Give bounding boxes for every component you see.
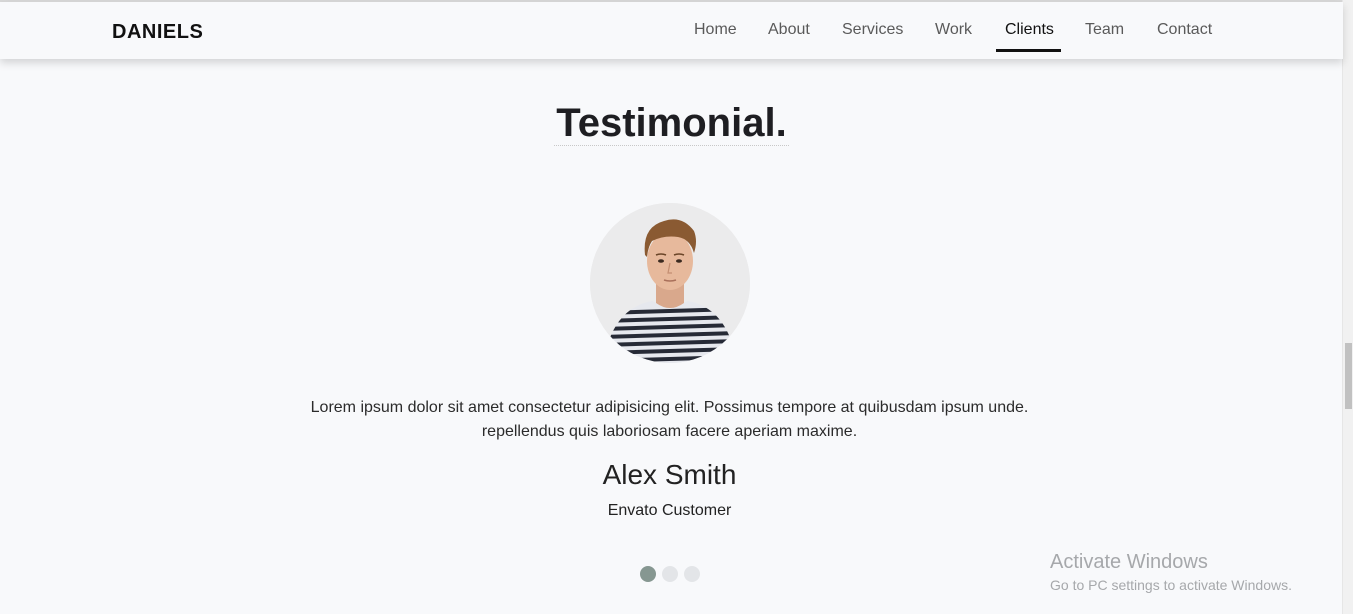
brand-logo[interactable]: DANIELS — [112, 21, 203, 44]
nav-item-about[interactable]: About — [768, 21, 810, 39]
section-title-text: Testimonial. — [554, 101, 789, 146]
testimonial-author-name: Alex Smith — [602, 459, 737, 490]
vertical-scrollbar[interactable] — [1342, 0, 1353, 614]
testimonial-text: Lorem ipsum dolor sit amet consectetur a… — [0, 396, 1339, 444]
testimonial-author-role: Envato Customer — [607, 502, 732, 519]
carousel-dot-1[interactable] — [640, 566, 656, 582]
nav-item-team[interactable]: Team — [1085, 21, 1124, 39]
windows-activation-watermark: Activate Windows Go to PC settings to ac… — [1050, 551, 1292, 593]
carousel-dot-3[interactable] — [684, 566, 700, 582]
nav-item-contact[interactable]: Contact — [1157, 21, 1212, 39]
testimonial-line-1: Lorem ipsum dolor sit amet consectetur a… — [310, 399, 1029, 416]
active-nav-indicator — [996, 49, 1061, 52]
section-title: Testimonial. — [0, 101, 1343, 146]
nav-item-home[interactable]: Home — [694, 21, 737, 39]
scrollbar-thumb[interactable] — [1345, 343, 1352, 409]
avatar — [590, 203, 750, 363]
watermark-subtitle: Go to PC settings to activate Windows. — [1050, 577, 1292, 593]
nav-item-clients[interactable]: Clients — [1005, 21, 1054, 39]
navbar: DANIELS Home About Services Work Clients… — [0, 2, 1343, 59]
person-photo-icon — [590, 203, 750, 363]
carousel-dot-2[interactable] — [662, 566, 678, 582]
nav-item-work[interactable]: Work — [935, 21, 972, 39]
nav-item-services[interactable]: Services — [842, 21, 903, 39]
watermark-title: Activate Windows — [1050, 551, 1208, 573]
testimonial-line-2: repellendus quis laboriosam facere aperi… — [481, 423, 858, 440]
